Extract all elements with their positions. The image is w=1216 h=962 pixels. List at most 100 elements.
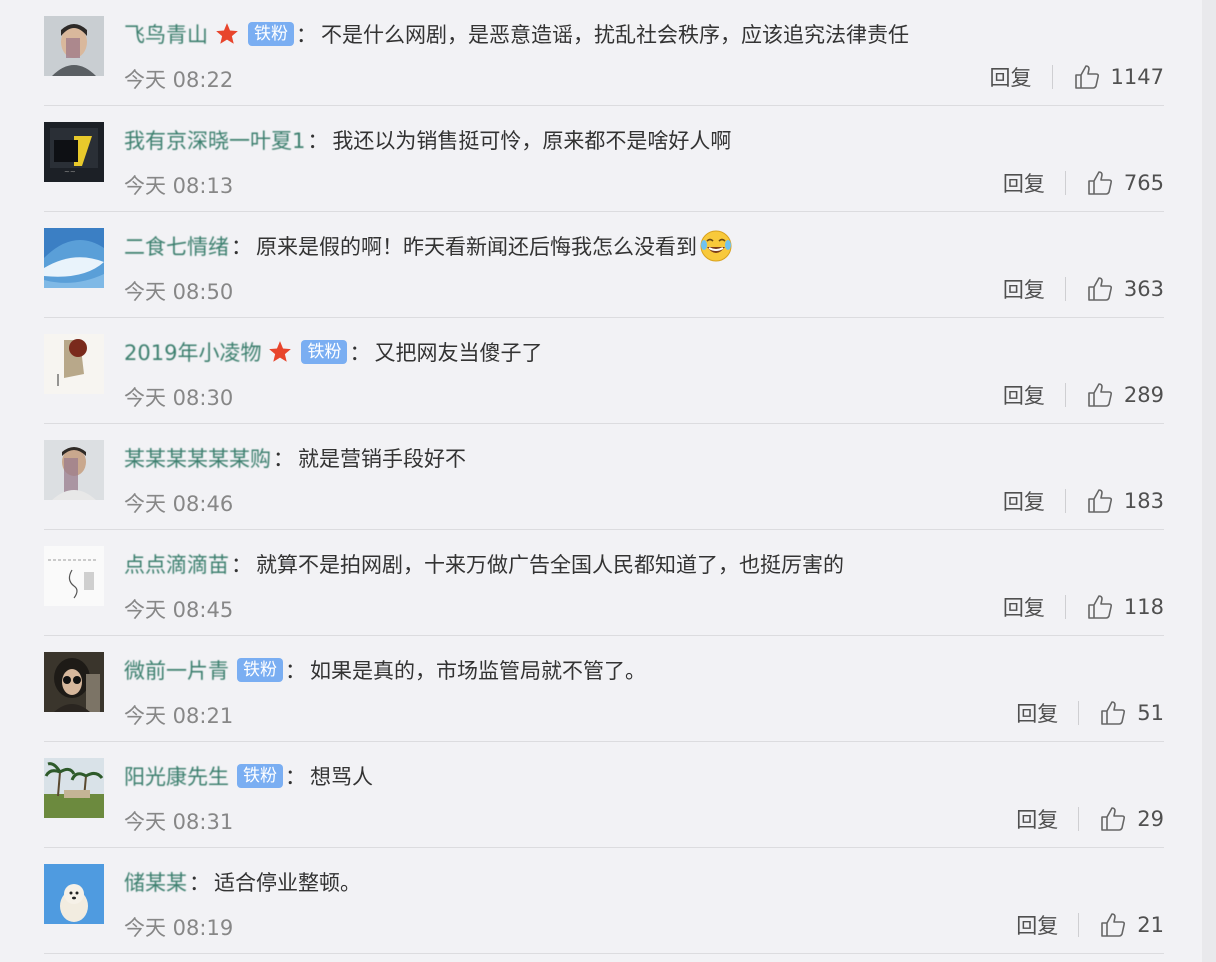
avatar-person-photo: [44, 440, 104, 500]
fan-badge[interactable]: 铁粉: [237, 764, 283, 788]
reply-button[interactable]: 回复: [1003, 486, 1045, 516]
comment-header: 某某某某某某购 ： 就是营销手段好不: [124, 438, 466, 478]
like-count: 183: [1123, 489, 1164, 513]
comment-header: 储某某 ： 适合停业整顿。: [124, 862, 361, 902]
like-count: 21: [1137, 913, 1164, 937]
like-count: 1147: [1110, 65, 1164, 89]
comment-text: 原来是假的啊！昨天看新闻还后悔我怎么没看到: [256, 235, 697, 259]
fan-badge[interactable]: 铁粉: [237, 658, 283, 682]
comment-actions: 回复 289: [1003, 378, 1164, 412]
avatar[interactable]: [44, 546, 104, 606]
comment-text: 不是什么网剧，是恶意造谣，扰乱社会秩序，应该追究法律责任: [321, 23, 909, 47]
divider: [1078, 701, 1080, 725]
avatar-sketch-portrait: [44, 334, 104, 394]
like-count: 289: [1123, 383, 1164, 407]
divider: [1064, 277, 1066, 301]
thumbs-up-icon[interactable]: [1086, 487, 1114, 515]
reply-button[interactable]: 回复: [1016, 698, 1058, 728]
comment-text: 如果是真的，市场监管局就不管了。: [310, 659, 646, 683]
thumbs-up-icon[interactable]: [1086, 593, 1114, 621]
page-edge: [1202, 0, 1216, 962]
username[interactable]: 储某某: [124, 867, 187, 897]
comment-header: 微前一片青 铁粉 ： 如果是真的，市场监管局就不管了。: [124, 650, 646, 690]
comment-item: 点点滴滴苗 ： 就算不是拍网剧，十来万做广告全国人民都知道了，也挺厉害的 今天 …: [44, 530, 1164, 636]
username[interactable]: 飞鸟青山: [124, 19, 208, 49]
reply-button[interactable]: 回复: [1016, 804, 1058, 834]
avatar[interactable]: [44, 16, 104, 76]
username[interactable]: 我有京深晓一叶夏1: [124, 125, 305, 155]
username[interactable]: 阳光康先生: [124, 761, 229, 791]
reply-button[interactable]: 回复: [990, 62, 1032, 92]
like-count: 118: [1123, 595, 1164, 619]
comment-item: 阳光康先生 铁粉 ： 想骂人 今天 08:31 回复 29: [44, 742, 1164, 848]
reply-button[interactable]: 回复: [1003, 168, 1045, 198]
colon: ：: [231, 553, 252, 577]
timestamp: 今天 08:21: [124, 704, 234, 728]
comment-actions: 回复 765: [1003, 166, 1164, 200]
reply-button[interactable]: 回复: [1003, 592, 1045, 622]
avatar-white-dog: [44, 864, 104, 924]
like-count: 765: [1123, 171, 1164, 195]
comment-header: 二食七情绪 ： 原来是假的啊！昨天看新闻还后悔我怎么没看到: [124, 226, 733, 266]
thumbs-up-icon[interactable]: [1099, 805, 1127, 833]
comment-header: 飞鸟青山 铁粉 ： 不是什么网剧，是恶意造谣，扰乱社会秩序，应该追究法律责任: [124, 14, 909, 54]
comment-actions: 回复 1147: [990, 60, 1164, 94]
comment-text: 就是营销手段好不: [298, 447, 466, 471]
star-icon: [269, 341, 292, 362]
laugh-cry-emoji-icon: [700, 230, 732, 262]
comment-item: 微前一片青 铁粉 ： 如果是真的，市场监管局就不管了。 今天 08:21 回复 …: [44, 636, 1164, 742]
fan-badge[interactable]: 铁粉: [301, 340, 348, 364]
comment-actions: 回复 363: [1003, 272, 1164, 306]
username[interactable]: 微前一片青: [124, 655, 229, 685]
username[interactable]: 点点滴滴苗: [124, 549, 229, 579]
avatar[interactable]: ~~: [44, 122, 104, 182]
divider: [1078, 913, 1080, 937]
reply-button[interactable]: 回复: [1003, 380, 1045, 410]
colon: ：: [231, 235, 252, 259]
divider: [1064, 595, 1066, 619]
thumbs-up-icon[interactable]: [1099, 911, 1127, 939]
colon: ：: [349, 341, 371, 365]
fan-badge[interactable]: 铁粉: [248, 22, 294, 46]
divider: [1064, 171, 1066, 195]
timestamp: 今天 08:13: [124, 174, 234, 198]
avatar[interactable]: [44, 758, 104, 818]
colon: ：: [285, 659, 306, 683]
comment-item: 某某某某某某购 ： 就是营销手段好不 今天 08:46 回复 183: [44, 424, 1164, 530]
avatar[interactable]: [44, 440, 104, 500]
reply-button[interactable]: 回复: [1016, 910, 1058, 940]
thumbs-up-icon[interactable]: [1073, 63, 1101, 91]
reply-button[interactable]: 回复: [1003, 274, 1045, 304]
comment-text: 我还以为销售挺可怜，原来都不是啥好人啊: [332, 129, 732, 153]
avatar-sunglasses-man: [44, 652, 104, 712]
comment-actions: 回复 51: [1016, 696, 1164, 730]
timestamp: 今天 08:50: [124, 280, 234, 304]
username[interactable]: 二食七情绪: [124, 231, 229, 261]
thumbs-up-icon[interactable]: [1099, 699, 1127, 727]
avatar-sketch-drawing: [44, 546, 104, 606]
comment-actions: 回复 29: [1016, 802, 1164, 836]
comment-header: 阳光康先生 铁粉 ： 想骂人: [124, 756, 373, 796]
username[interactable]: 某某某某某某购: [124, 443, 271, 473]
timestamp: 今天 08:19: [124, 916, 234, 940]
avatar[interactable]: [44, 652, 104, 712]
timestamp: 今天 08:30: [124, 386, 234, 410]
comment-text: 又把网友当傻子了: [374, 341, 543, 365]
thumbs-up-icon[interactable]: [1086, 169, 1114, 197]
divider: [1064, 489, 1066, 513]
thumbs-up-icon[interactable]: [1086, 381, 1114, 409]
comment-text: 想骂人: [310, 765, 373, 789]
timestamp: 今天 08:22: [124, 68, 234, 92]
comment-header: 点点滴滴苗 ： 就算不是拍网剧，十来万做广告全国人民都知道了，也挺厉害的: [124, 544, 844, 584]
avatar[interactable]: [44, 334, 104, 394]
like-count: 363: [1123, 277, 1164, 301]
svg-text:~~: ~~: [64, 168, 76, 176]
avatar[interactable]: [44, 864, 104, 924]
username[interactable]: 2019年小凌物: [124, 337, 261, 367]
comment-list: 飞鸟青山 铁粉 ： 不是什么网剧，是恶意造谣，扰乱社会秩序，应该追究法律责任 今…: [44, 0, 1164, 954]
thumbs-up-icon[interactable]: [1086, 275, 1114, 303]
colon: ：: [189, 871, 210, 895]
star-icon: [216, 23, 238, 44]
avatar[interactable]: [44, 228, 104, 288]
avatar-palm-trees: [44, 758, 104, 818]
